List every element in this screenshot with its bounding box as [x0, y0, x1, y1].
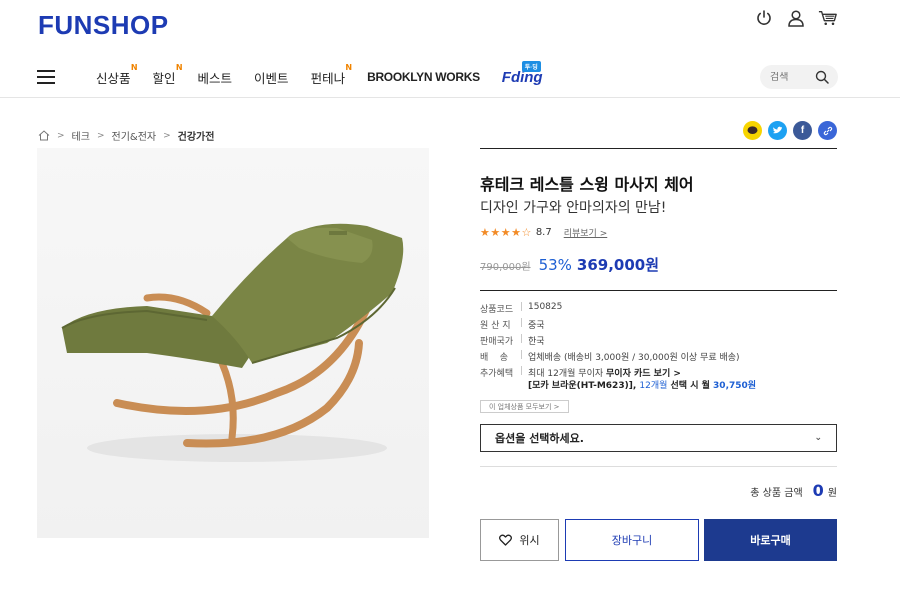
- info-separator: |: [520, 318, 524, 328]
- review-link[interactable]: 리뷰보기 >: [564, 226, 608, 239]
- divider: [480, 148, 837, 149]
- nav-item-sale[interactable]: 할인 N: [152, 63, 183, 87]
- nav-item-event[interactable]: 이벤트: [254, 68, 289, 87]
- product-title: 휴테크 레스틀 스윙 마사지 체어: [480, 175, 694, 194]
- info-value: 한국: [528, 337, 545, 347]
- rating-stars: ★★★★☆: [480, 226, 532, 239]
- info-row: 추가혜택 | 최대 12개월 무이자 무이자 카드 보기 >: [480, 366, 756, 379]
- info-value: 150825: [528, 302, 563, 312]
- breadcrumb-separator: >: [96, 130, 105, 141]
- breadcrumb-item-tech[interactable]: 테크: [72, 128, 90, 143]
- twitter-icon[interactable]: [768, 121, 787, 140]
- total-unit: 원: [827, 488, 837, 499]
- nav-item-fding[interactable]: Fding 투·딩: [502, 60, 543, 86]
- rating: ★★★★☆ 8.7 리뷰보기 >: [480, 226, 607, 239]
- info-key: 추가혜택: [480, 369, 514, 379]
- discount-rate: 53%: [538, 256, 572, 274]
- massage-chair-image: [61, 223, 404, 462]
- main-nav: 신상품 N 할인 N 베스트 이벤트 펀테나 N BROOKLYN WORKS Fdi…: [0, 58, 900, 98]
- site-logo[interactable]: FUNSHOP: [38, 10, 169, 41]
- power-icon[interactable]: [754, 8, 774, 28]
- nav-item-best[interactable]: 베스트: [198, 68, 233, 87]
- nav-item-label: 할인: [152, 70, 176, 86]
- nav-item-funtena[interactable]: 펀테나 N: [310, 63, 353, 87]
- divider: [480, 466, 837, 467]
- heart-icon: [499, 534, 513, 546]
- info-separator: |: [520, 334, 524, 344]
- info-value: 중국: [528, 321, 545, 331]
- info-row: 판매국가 | 한국: [480, 334, 756, 350]
- original-price: 790,000원: [480, 262, 531, 273]
- share-icons: f: [743, 121, 837, 140]
- new-badge: N: [345, 62, 353, 72]
- kakao-icon[interactable]: [743, 121, 762, 140]
- info-separator: |: [520, 302, 524, 312]
- option-placeholder: 옵션을 선택하세요.: [495, 432, 584, 445]
- nav-item-label: 베스트: [197, 70, 233, 86]
- option-select[interactable]: 옵션을 선택하세요. ⌄: [480, 424, 837, 452]
- wish-label: 위시: [519, 534, 540, 547]
- new-badge: N: [130, 62, 138, 72]
- sale-price: 369,000원: [576, 256, 660, 274]
- add-to-cart-button[interactable]: 장바구니: [565, 519, 699, 561]
- total-amount: 0: [812, 481, 824, 500]
- breadcrumb-separator: >: [57, 130, 65, 141]
- chevron-down-icon: ⌄: [814, 433, 822, 443]
- info-row: 상품코드 | 150825: [480, 302, 756, 318]
- breadcrumb-item-health[interactable]: 건강가전: [178, 128, 215, 143]
- installment-mid: 선택 시 월: [667, 381, 714, 391]
- installment-info: [모카 브라운(HT-M623)], 12개월 선택 시 월 30,750원: [528, 378, 756, 391]
- installment-amount: 30,750원: [713, 381, 757, 391]
- search-input[interactable]: [770, 71, 816, 83]
- nav-item-brooklyn-works[interactable]: BROOKLYN WORKS: [367, 70, 480, 84]
- total-label: 총 상품 금액: [750, 488, 803, 499]
- link-icon[interactable]: [818, 121, 837, 140]
- info-separator: |: [520, 366, 524, 376]
- breadcrumb-item-electronics[interactable]: 전기&전자: [112, 128, 157, 143]
- wish-button[interactable]: 위시: [480, 519, 559, 561]
- menu-icon[interactable]: [37, 70, 55, 84]
- breadcrumb-separator: >: [163, 130, 171, 141]
- header-icons: [754, 8, 838, 28]
- fding-tag: 투·딩: [521, 60, 541, 72]
- info-value: 업체배송 (배송비 3,000원 / 30,000원 이상 무료 배송): [528, 353, 740, 363]
- total-price: 총 상품 금액 0 원: [750, 481, 837, 500]
- cart-icon[interactable]: [818, 8, 838, 28]
- price-row: 790,000원 53% 369,000원: [480, 254, 659, 275]
- info-key: 상품코드: [480, 305, 514, 315]
- nav-item-label: 펀테나: [310, 70, 346, 86]
- product-image: [37, 148, 429, 538]
- info-key: 배 송: [480, 353, 509, 363]
- nav-item-label: 이벤트: [254, 70, 289, 86]
- breadcrumb: > 테크 > 전기&전자 > 건강가전: [38, 128, 214, 143]
- info-key: 원 산 지: [480, 321, 511, 331]
- installment-option: [모카 브라운(HT-M623)],: [528, 381, 640, 391]
- new-badge: N: [175, 62, 183, 72]
- home-icon[interactable]: [38, 130, 50, 141]
- info-key: 판매국가: [480, 337, 514, 347]
- nav-item-new[interactable]: 신상품 N: [96, 63, 138, 87]
- info-separator: |: [520, 350, 524, 360]
- product-subtitle: 디자인 가구와 안마의자의 만남!: [480, 200, 667, 216]
- product-info-table: 상품코드 | 150825 원 산 지 | 중국 판매국가 | 한국 배 송 | 업체배송 (배…: [480, 302, 756, 394]
- divider: [480, 290, 837, 291]
- info-row: 원 산 지 | 중국: [480, 318, 756, 334]
- search-box: [760, 65, 838, 89]
- nav-item-label: 신상품: [96, 70, 131, 86]
- nav-menu: 신상품 N 할인 N 베스트 이벤트 펀테나 N BROOKLYN WORKS Fdi…: [96, 58, 543, 96]
- installment-months: 12개월: [639, 381, 668, 391]
- buy-now-button[interactable]: 바로구매: [704, 519, 837, 561]
- rating-score: 8.7: [535, 227, 552, 238]
- info-row: [모카 브라운(HT-M623)], 12개월 선택 시 월 30,750원: [480, 378, 756, 394]
- seller-products-button[interactable]: 이 업체상품 모두보기 >: [480, 400, 569, 413]
- search-icon[interactable]: [815, 70, 829, 84]
- info-row: 배 송 | 업체배송 (배송비 3,000원 / 30,000원 이상 무료 배송): [480, 350, 756, 366]
- user-icon[interactable]: [786, 8, 806, 28]
- facebook-icon[interactable]: f: [793, 121, 812, 140]
